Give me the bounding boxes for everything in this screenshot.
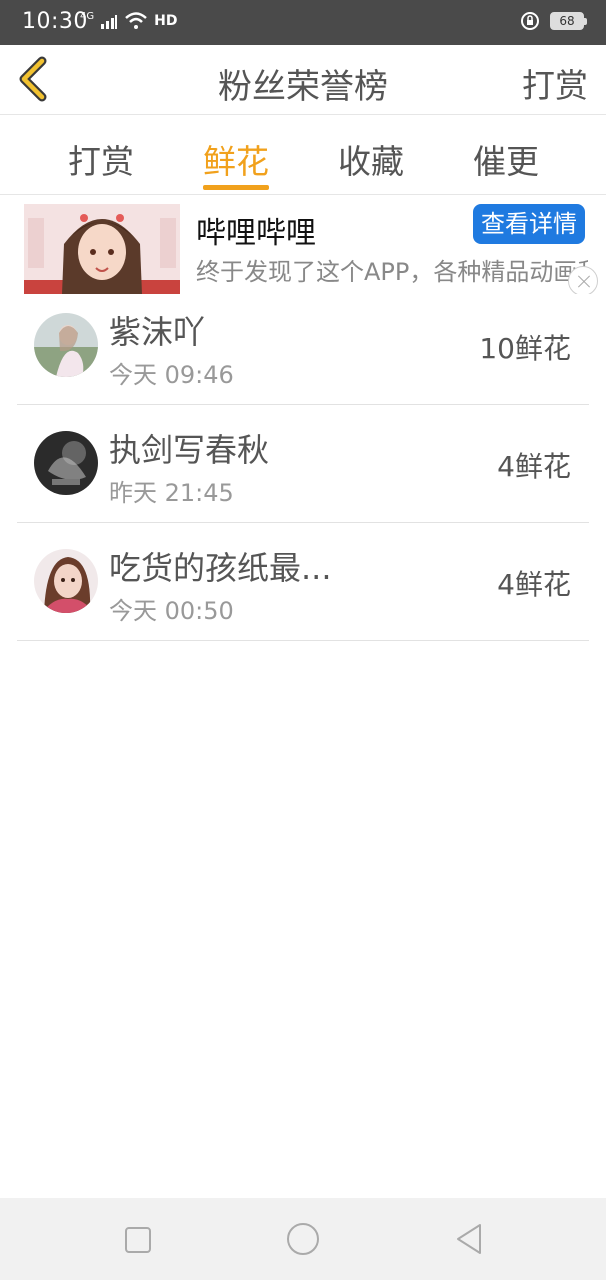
ad-description: 终于发现了这个APP，各种精品动画和视频，无广告，一次看过瘾 <box>196 258 588 286</box>
fan-name: 吃货的孩纸最... <box>109 549 332 587</box>
fan-time: 今天 09:46 <box>109 361 234 389</box>
avatar <box>34 549 98 613</box>
list-item[interactable]: 吃货的孩纸最... 今天 00:50 4鲜花 <box>17 523 589 641</box>
fan-name: 执剑写春秋 <box>109 431 270 469</box>
active-tab-indicator <box>203 185 269 190</box>
status-bar: 10:30 4G HD 68 <box>0 0 606 45</box>
recent-apps-icon[interactable] <box>124 1226 152 1254</box>
ad-title: 哔哩哔哩 <box>196 216 316 251</box>
battery-icon: 68 <box>550 12 587 30</box>
fan-list: 紫沫吖 今天 09:46 10鲜花 执剑写春秋 昨天 21:45 4鲜花 吃货的… <box>17 287 589 641</box>
avatar <box>34 431 98 495</box>
signal-icon <box>101 15 118 29</box>
ad-image[interactable] <box>24 204 180 294</box>
reward-button[interactable]: 打赏 <box>522 59 588 107</box>
system-nav-bar <box>0 1198 606 1280</box>
lock-rotation-icon <box>521 12 539 30</box>
app-header: 粉丝荣誉榜 打赏 <box>0 45 606 115</box>
status-right: 68 <box>520 11 587 31</box>
wifi-icon <box>125 12 147 29</box>
tab-favorites[interactable]: 收藏 <box>338 135 404 183</box>
back-triangle-icon[interactable] <box>454 1222 484 1256</box>
status-time: 10:30 <box>22 9 88 34</box>
ad-illustration <box>24 204 180 294</box>
page-title: 粉丝荣誉榜 <box>218 67 388 107</box>
flower-count: 4鲜花 <box>497 568 571 601</box>
view-details-button[interactable]: 查看详情 <box>473 204 585 244</box>
flower-count: 4鲜花 <box>497 450 571 483</box>
hd-label: HD <box>154 13 178 29</box>
tab-flowers[interactable]: 鲜花 <box>203 135 269 183</box>
list-item[interactable]: 执剑写春秋 昨天 21:45 4鲜花 <box>17 405 589 523</box>
flower-count: 10鲜花 <box>479 332 571 365</box>
status-icons: 4G HD <box>80 11 177 31</box>
tab-reward[interactable]: 打赏 <box>68 135 134 183</box>
tab-bar: 打赏 鲜花 收藏 催更 <box>0 115 606 195</box>
fan-time: 今天 00:50 <box>109 597 234 625</box>
fan-name: 紫沫吖 <box>109 313 206 351</box>
fan-time: 昨天 21:45 <box>109 479 234 507</box>
avatar <box>34 313 98 377</box>
home-icon[interactable] <box>286 1222 320 1256</box>
network-label: 4G <box>80 11 95 22</box>
tab-urge-update[interactable]: 催更 <box>473 135 539 183</box>
list-item[interactable]: 紫沫吖 今天 09:46 10鲜花 <box>17 287 589 405</box>
ad-banner[interactable]: 哔哩哔哩 终于发现了这个APP，各种精品动画和视频，无广告，一次看过瘾 查看详情 <box>0 196 606 294</box>
